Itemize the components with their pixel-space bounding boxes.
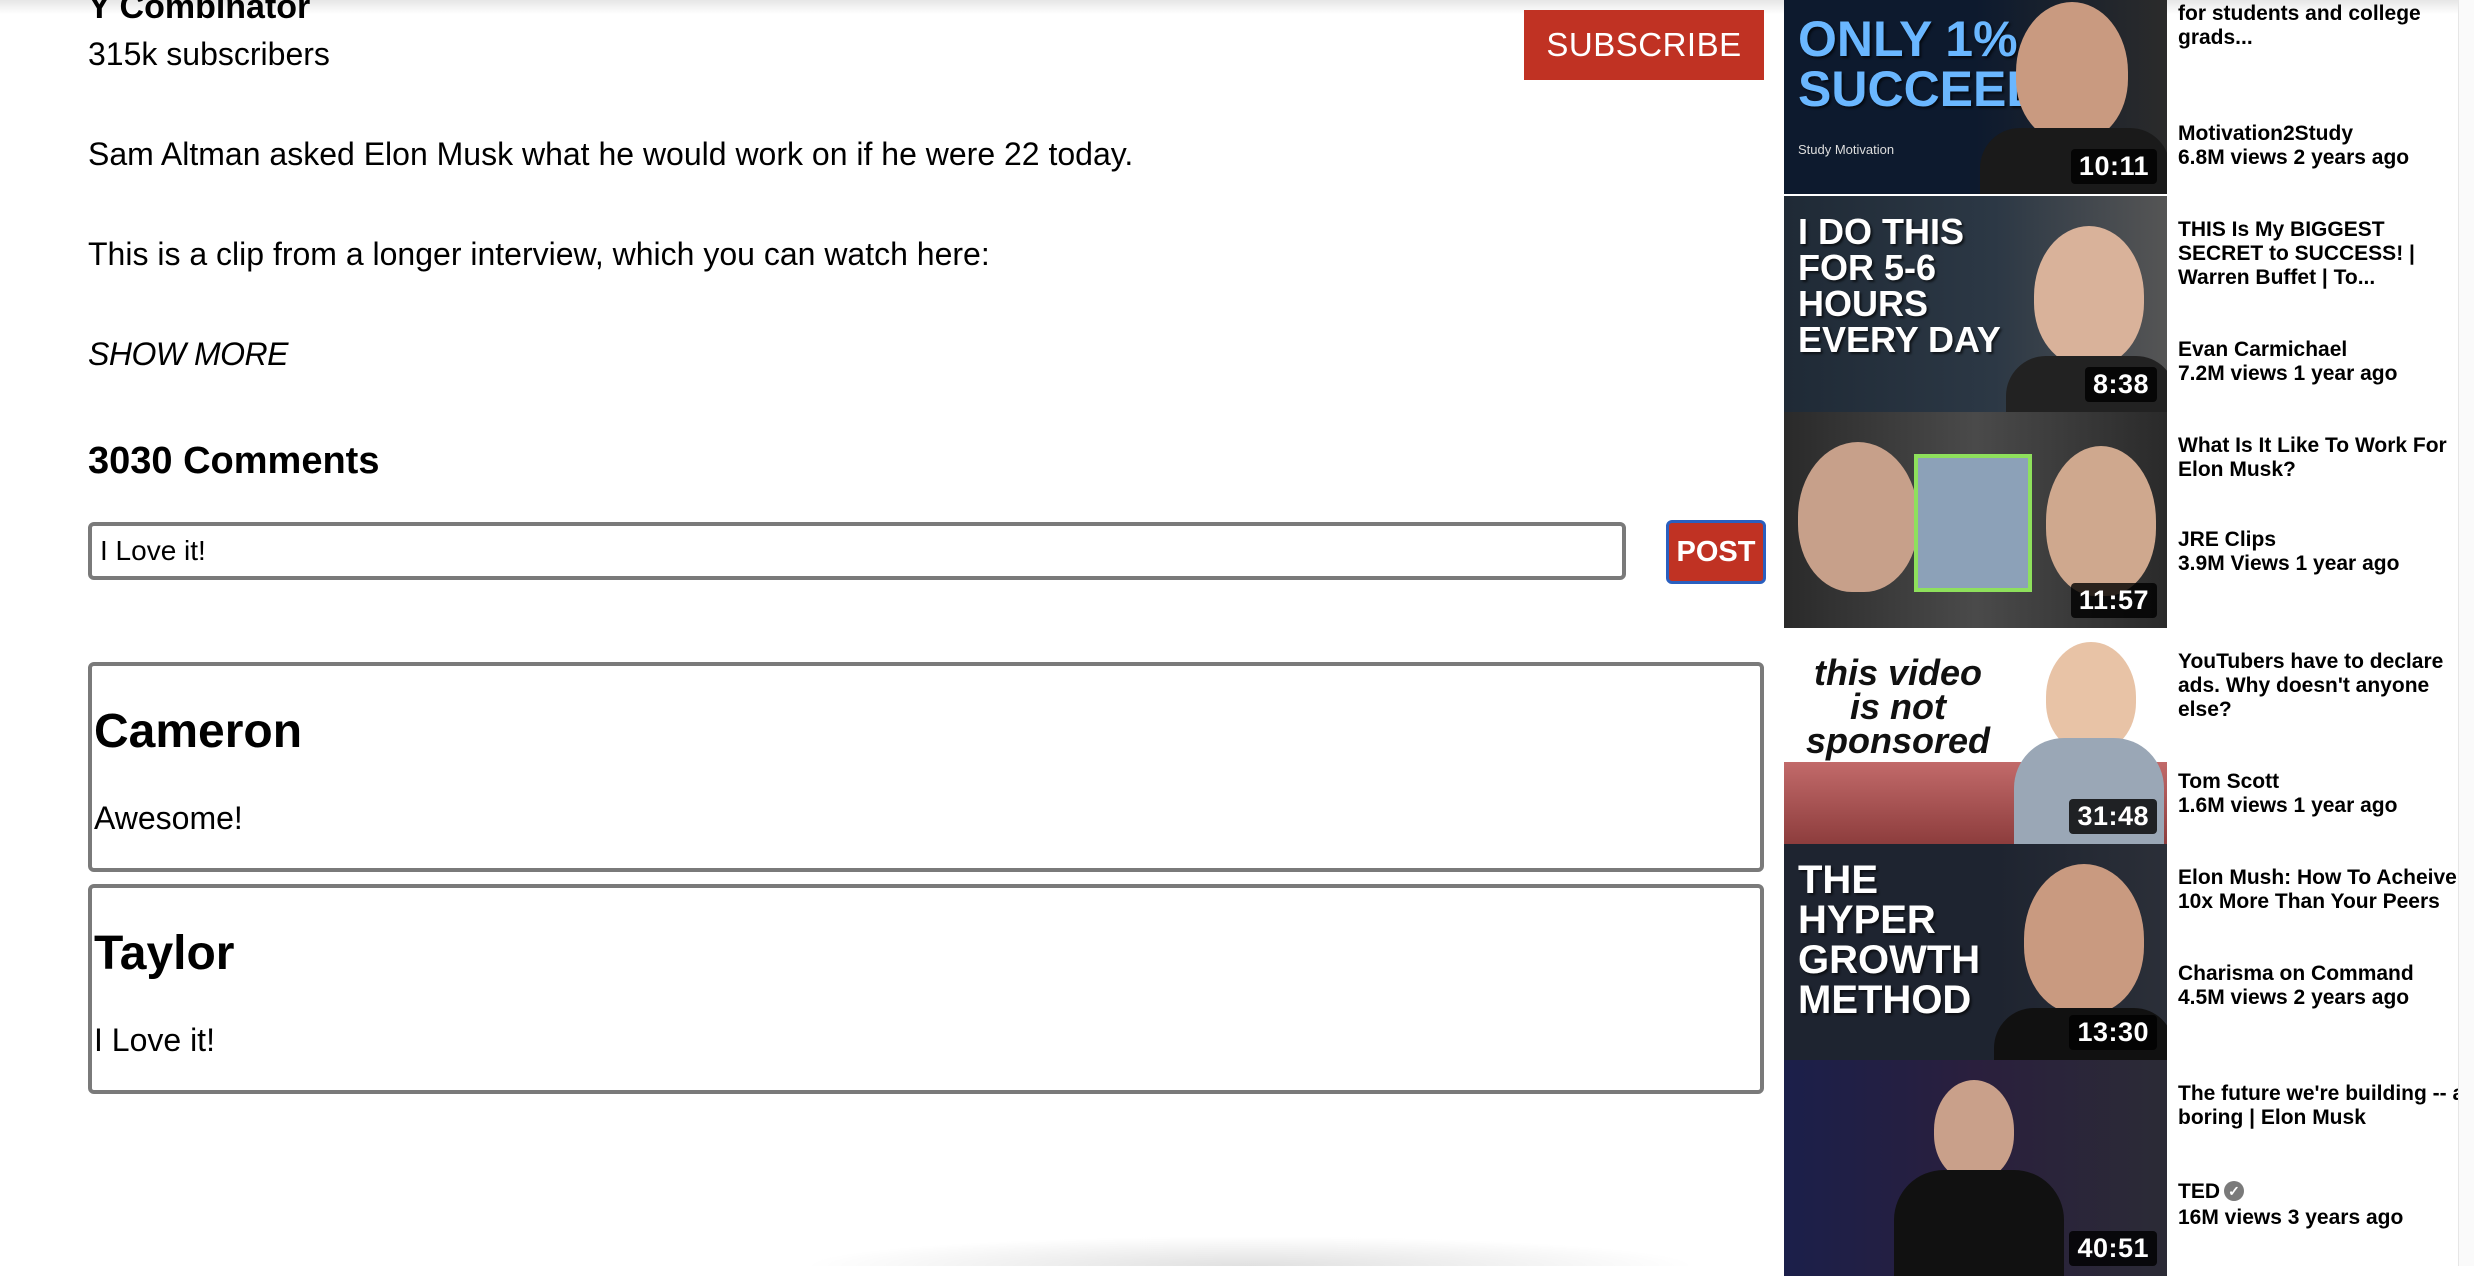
video-meta: 4.5M views 2 years ago	[2178, 986, 2410, 1009]
comments-heading: 3030 Comments	[88, 440, 380, 482]
thumbnail-caption: I DO THIS FOR 5-6 HOURS EVERY DAY	[1798, 211, 2001, 360]
video-channel[interactable]: JRE Clips	[2178, 528, 2276, 552]
video-duration: 11:57	[2070, 583, 2157, 618]
video-duration: 31:48	[2069, 799, 2157, 834]
person-face	[2024, 864, 2144, 1014]
comment-text: I Love it!	[94, 1022, 215, 1058]
description-line-2: This is a clip from a longer interview, …	[88, 236, 990, 272]
video-meta: 1.6M views 1 year ago	[2178, 794, 2398, 817]
video-meta: 3.9M Views 1 year ago	[2178, 552, 2400, 575]
person-face	[2046, 642, 2136, 752]
person-face	[1798, 442, 1918, 592]
thumbnail-caption: THE HYPER GROWTH METHOD	[1798, 858, 1981, 1022]
video-thumbnail[interactable]: this video is not sponsored 31:48	[1784, 628, 2167, 844]
recommended-video[interactable]: 40:51 The future we're building -- a bor…	[1784, 1060, 2474, 1276]
video-title[interactable]: YouTubers have to declare ads. Why doesn…	[2178, 650, 2468, 722]
video-title[interactable]: The future we're building -- a boring | …	[2178, 1082, 2468, 1130]
video-channel-name[interactable]: TED	[2178, 1180, 2220, 1203]
video-title[interactable]: THIS Is My BIGGEST SECRET to SUCCESS! | …	[2178, 218, 2468, 290]
video-thumbnail[interactable]: THE HYPER GROWTH METHOD 13:30	[1784, 844, 2167, 1060]
show-more-link[interactable]: SHOW MORE	[88, 336, 288, 373]
person-face	[2046, 446, 2156, 596]
comment-text: Awesome!	[94, 800, 243, 836]
recommended-video[interactable]: 11:57 What Is It Like To Work For Elon M…	[1784, 412, 2474, 628]
person-face	[2034, 226, 2144, 366]
video-duration: 40:51	[2069, 1231, 2157, 1266]
video-channel[interactable]: Motivation2Study	[2178, 122, 2353, 146]
video-meta: 7.2M views 1 year ago	[2178, 362, 2398, 385]
video-duration: 10:11	[2070, 149, 2157, 184]
channel-name[interactable]: Y Combinator	[88, 0, 310, 27]
video-duration: 13:30	[2069, 1015, 2157, 1050]
comment-card: Cameron Awesome!	[88, 662, 1764, 872]
post-button[interactable]: POST	[1666, 520, 1766, 584]
recommended-video[interactable]: I DO THIS FOR 5-6 HOURS EVERY DAY 8:38 T…	[1784, 196, 2474, 412]
video-thumbnail[interactable]: 40:51	[1784, 1060, 2167, 1276]
video-duration: 8:38	[2084, 367, 2157, 402]
video-thumbnail[interactable]: I DO THIS FOR 5-6 HOURS EVERY DAY 8:38	[1784, 196, 2167, 412]
video-channel[interactable]: Charisma on Command	[2178, 962, 2414, 986]
inset-image	[1914, 454, 2032, 592]
video-meta: 6.8M views 2 years ago	[2178, 146, 2410, 169]
subscribe-button[interactable]: SUBSCRIBE	[1524, 10, 1764, 80]
video-channel[interactable]: Evan Carmichael	[2178, 338, 2347, 362]
recommended-videos-sidebar: ONLY 1% SUCCEED Study Motivation 10:11 E…	[1784, 0, 2474, 1276]
comment-author: Cameron	[94, 705, 303, 758]
video-title[interactable]: Elon Mush: How To Acheive 10x More Than …	[2178, 866, 2468, 914]
bottom-shadow	[800, 1236, 1700, 1266]
verified-check-icon: ✓	[2224, 1181, 2244, 1201]
description-line-1: Sam Altman asked Elon Musk what he would…	[88, 136, 1134, 172]
recommended-video[interactable]: this video is not sponsored 31:48 YouTub…	[1784, 628, 2474, 844]
recommended-video[interactable]: ONLY 1% SUCCEED Study Motivation 10:11 E…	[1784, 0, 2474, 194]
video-title[interactable]: What Is It Like To Work For Elon Musk?	[2178, 434, 2468, 482]
comment-card: Taylor I Love it!	[88, 884, 1764, 1094]
recommended-video[interactable]: THE HYPER GROWTH METHOD 13:30 Elon Mush:…	[1784, 844, 2474, 1060]
video-thumbnail[interactable]: ONLY 1% SUCCEED Study Motivation 10:11	[1784, 0, 2167, 194]
thumbnail-caption: ONLY 1% SUCCEED	[1798, 11, 2043, 117]
thumbnail-caption: this video is not sponsored	[1805, 652, 1991, 762]
comment-input[interactable]	[88, 522, 1626, 580]
page-scrollbar[interactable]	[2458, 0, 2474, 1266]
video-title[interactable]: Elon Musk's ultimate advice for students…	[2178, 0, 2468, 50]
person-face	[2016, 2, 2128, 142]
person-suit	[1894, 1170, 2064, 1276]
thumbnail-subcaption: Study Motivation	[1798, 142, 1895, 157]
video-meta: 16M views 3 years ago	[2178, 1206, 2404, 1229]
comment-author: Taylor	[94, 927, 235, 980]
subscriber-count: 315k subscribers	[88, 36, 330, 72]
person-face	[1934, 1080, 2014, 1180]
video-thumbnail[interactable]: 11:57	[1784, 412, 2167, 628]
video-channel[interactable]: Tom Scott	[2178, 770, 2279, 794]
video-channel[interactable]: TED ✓	[2178, 1180, 2244, 1204]
